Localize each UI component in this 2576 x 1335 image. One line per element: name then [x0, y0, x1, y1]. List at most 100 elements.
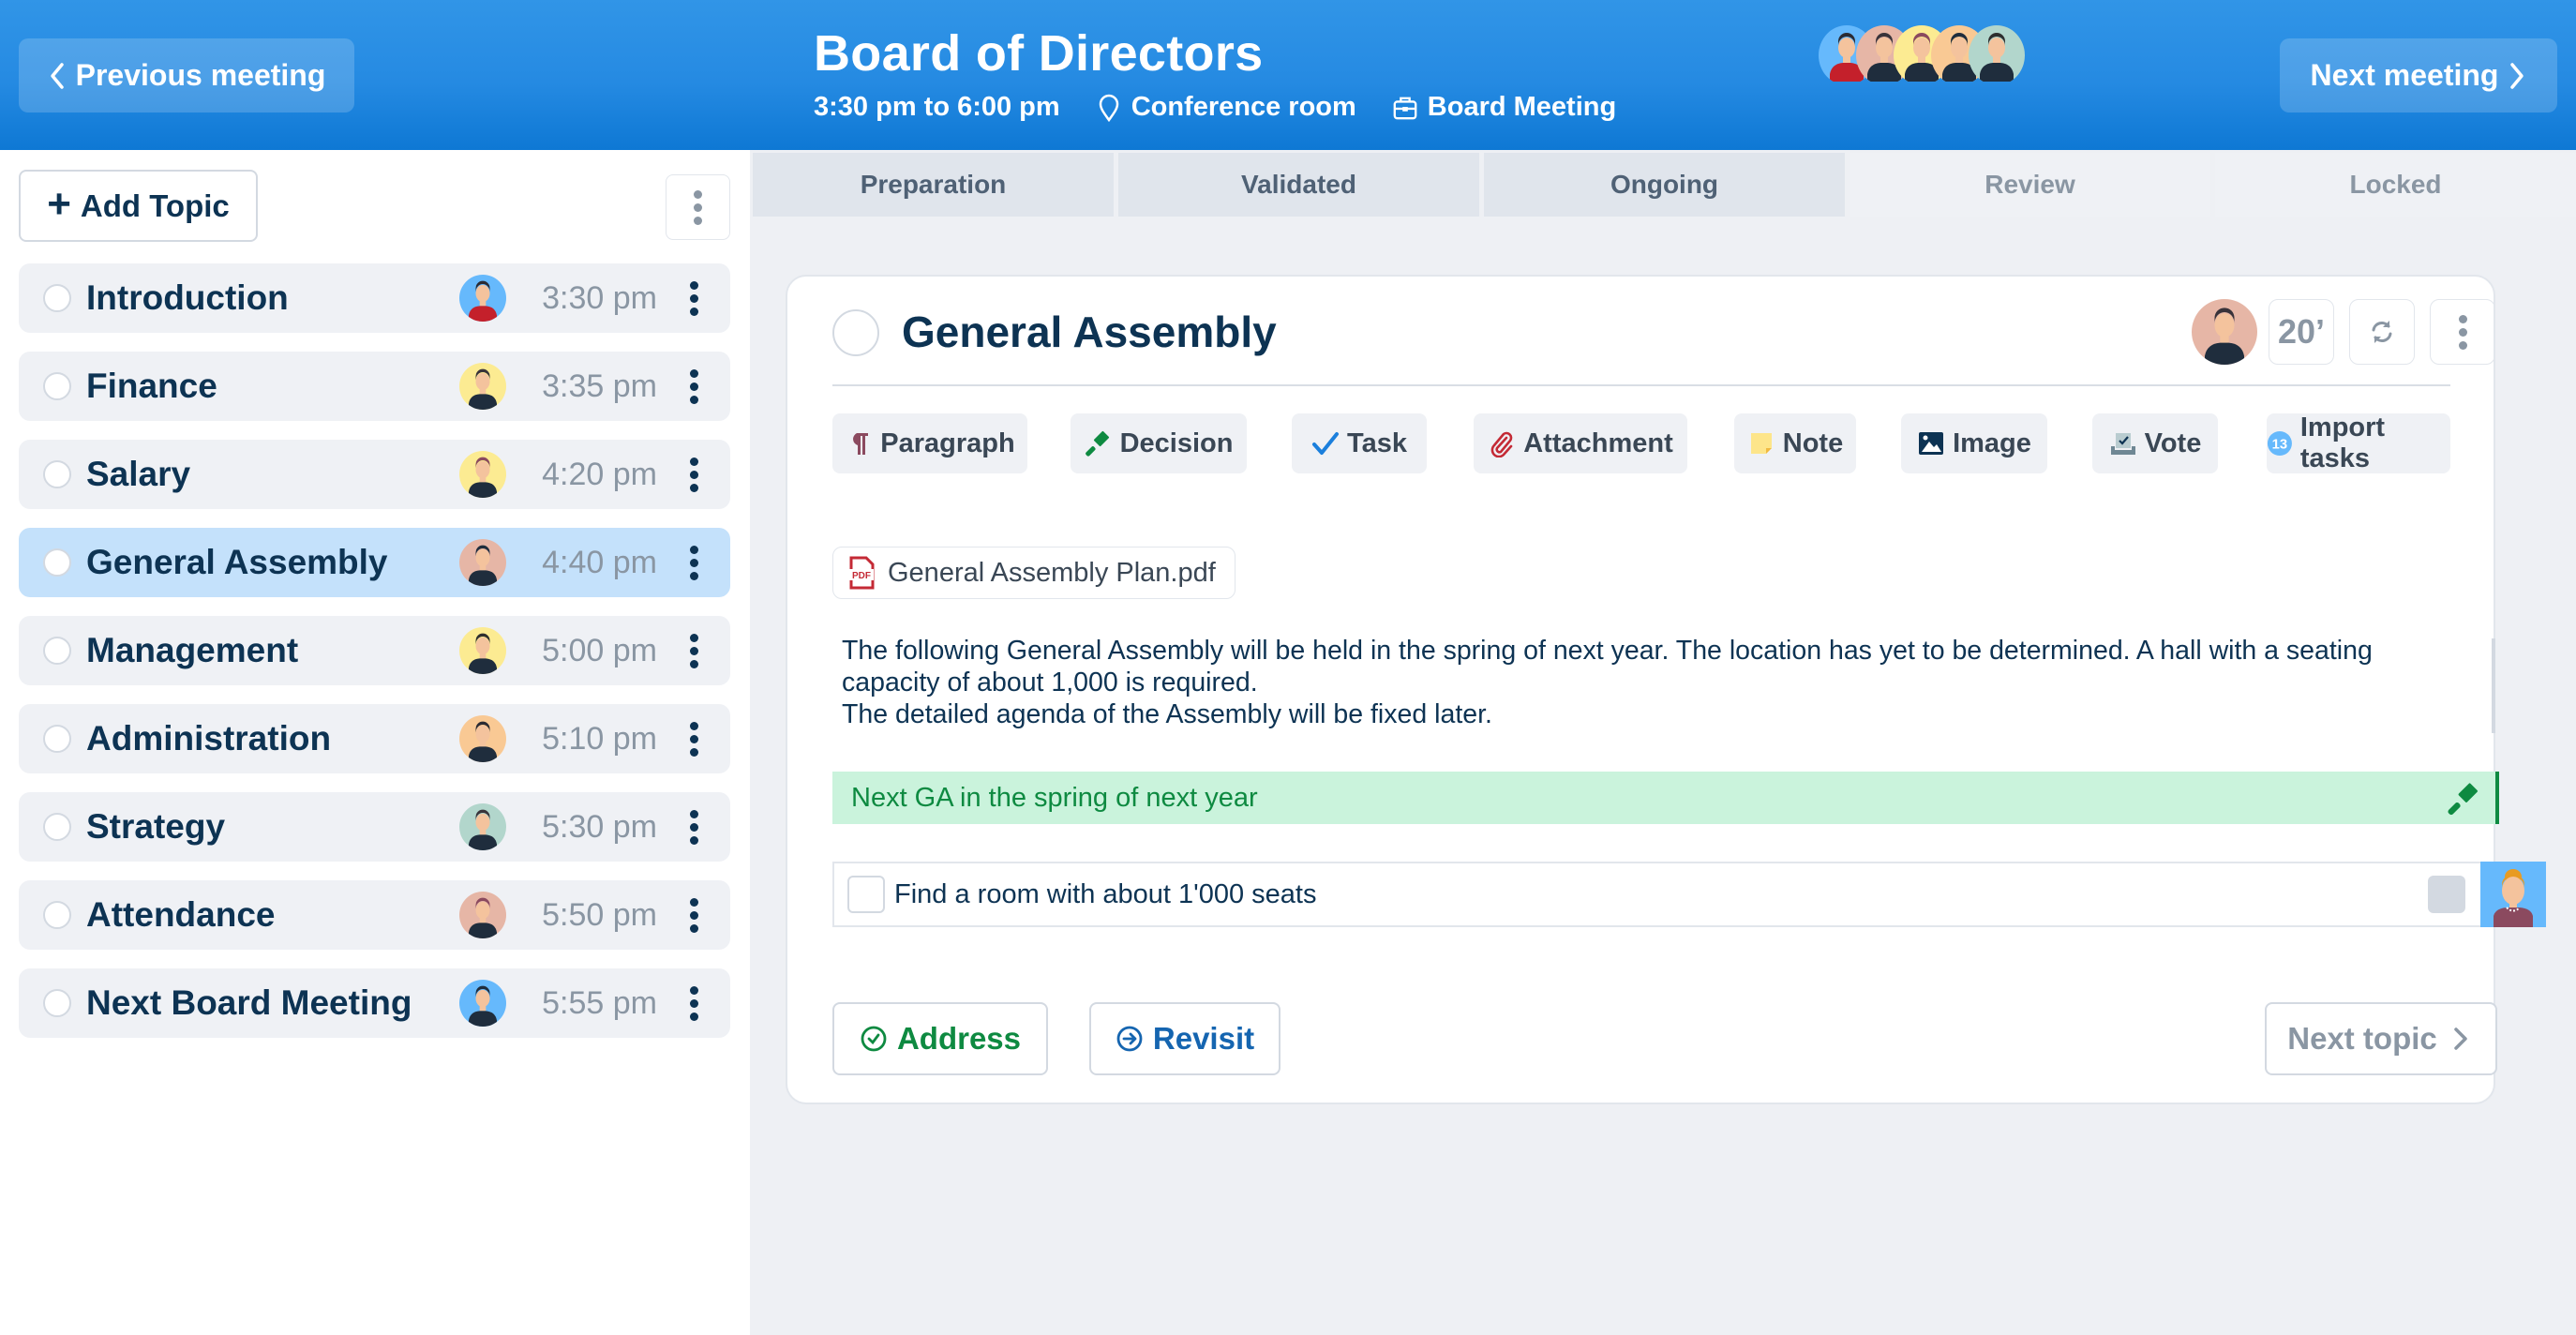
topic-more-button[interactable]	[680, 363, 708, 410]
topic-item[interactable]: Attendance 5:50 pm	[19, 880, 730, 950]
topic-name: Attendance	[86, 895, 276, 934]
import-tasks-button[interactable]: 13 Import tasks	[2267, 412, 2450, 473]
topic-owner-avatar	[459, 892, 506, 938]
attachment-file[interactable]: PDF General Assembly Plan.pdf	[832, 547, 1236, 599]
kebab-icon	[689, 457, 698, 492]
topic-time: 5:10 pm	[542, 720, 657, 757]
add-attachment-button[interactable]: Attachment	[1474, 413, 1687, 473]
topic-radio[interactable]	[43, 284, 71, 312]
attachment-label: Attachment	[1523, 428, 1673, 458]
check-circle-icon	[861, 1026, 887, 1052]
topic-more-button[interactable]	[680, 715, 708, 762]
kebab-icon	[689, 897, 698, 933]
topic-radio[interactable]	[43, 460, 71, 488]
topic-more-button[interactable]	[680, 980, 708, 1027]
kebab-icon	[689, 809, 698, 845]
topic-radio[interactable]	[43, 989, 71, 1017]
topic-radio[interactable]	[43, 725, 71, 753]
topic-radio[interactable]	[43, 548, 71, 577]
gavel-icon	[2448, 783, 2479, 816]
paperclip-icon	[1490, 431, 1513, 458]
count-badge-icon: 13	[2267, 430, 2292, 457]
previous-meeting-button[interactable]: Previous meeting	[19, 38, 354, 112]
address-button[interactable]: Address	[832, 1002, 1048, 1075]
image-icon	[1919, 432, 1944, 455]
gavel-icon	[1085, 430, 1109, 457]
person-icon	[2494, 869, 2533, 927]
topic-owner-avatar	[459, 363, 506, 410]
topic-owner-avatar[interactable]	[2192, 299, 2257, 365]
topic-time: 5:00 pm	[542, 632, 657, 668]
add-paragraph-button[interactable]: Paragraph	[832, 413, 1027, 473]
topic-more-button[interactable]	[680, 275, 708, 322]
topic-owner-avatar	[459, 980, 506, 1027]
topic-name: Management	[86, 631, 299, 669]
refresh-button[interactable]	[2349, 299, 2415, 365]
topic-title: General Assembly	[902, 308, 1277, 356]
topic-time: 5:50 pm	[542, 896, 657, 933]
task-checkbox[interactable]	[847, 876, 885, 913]
topic-radio[interactable]	[43, 372, 71, 400]
duration-button[interactable]: 20’	[2269, 299, 2334, 365]
add-topic-label: Add Topic	[80, 188, 230, 223]
import-count: 13	[2272, 438, 2288, 453]
topic-item[interactable]: Next Board Meeting 5:55 pm	[19, 968, 730, 1038]
attachment-filename: General Assembly Plan.pdf	[888, 557, 1216, 588]
topic-radio[interactable]	[43, 901, 71, 929]
topic-name: Introduction	[86, 278, 289, 317]
topic-more-button[interactable]	[680, 892, 708, 938]
decision-block[interactable]: Next GA in the spring of next year	[832, 772, 2499, 824]
topic-item[interactable]: General Assembly 4:40 pm	[19, 528, 730, 597]
topic-more-button[interactable]	[680, 627, 708, 674]
next-topic-label: Next topic	[2287, 1021, 2437, 1056]
topic-list: Introduction 3:30 pm Finance 3:35 pm Sal…	[19, 263, 730, 1057]
task-label: Task	[1347, 428, 1407, 458]
tab-validated[interactable]: Validated	[1118, 153, 1479, 217]
topic-item[interactable]: Strategy 5:30 pm	[19, 792, 730, 862]
tab-ongoing[interactable]: Ongoing	[1484, 153, 1845, 217]
meeting-title: Board of Directors	[814, 25, 1264, 82]
add-vote-button[interactable]: Vote	[2092, 413, 2218, 473]
next-meeting-button[interactable]: Next meeting	[2280, 38, 2557, 112]
svg-text:PDF: PDF	[852, 571, 871, 581]
task-due-tag[interactable]	[2428, 876, 2465, 913]
topic-more-button[interactable]	[2430, 299, 2495, 365]
decision-label: Decision	[1119, 428, 1234, 458]
add-topic-button[interactable]: + Add Topic	[19, 170, 258, 242]
topic-item[interactable]: Salary 4:20 pm	[19, 440, 730, 509]
tab-review[interactable]: Review	[1850, 153, 2210, 217]
next-topic-button[interactable]: Next topic	[2265, 1002, 2497, 1075]
topic-sidebar: + Add Topic Introduction 3:30 pm Finance…	[0, 150, 750, 1335]
sidebar-more-button[interactable]	[666, 174, 730, 240]
meeting-location: Conference room	[1131, 92, 1356, 122]
note-label: Note	[1782, 428, 1844, 458]
task-text[interactable]: Find a room with about 1'000 seats	[894, 879, 1316, 910]
topic-item[interactable]: Finance 3:35 pm	[19, 352, 730, 421]
topic-item[interactable]: Management 5:00 pm	[19, 616, 730, 685]
topic-more-button[interactable]	[680, 451, 708, 498]
topic-more-button[interactable]	[680, 803, 708, 850]
add-decision-button[interactable]: Decision	[1071, 413, 1247, 473]
topic-item[interactable]: Introduction 3:30 pm	[19, 263, 730, 333]
paragraph-block[interactable]: The following General Assembly will be h…	[842, 635, 2435, 730]
attendee-avatars[interactable]	[1819, 25, 2025, 85]
arrow-circle-right-icon	[1116, 1026, 1143, 1052]
topic-radio[interactable]	[43, 813, 71, 841]
revisit-button[interactable]: Revisit	[1089, 1002, 1281, 1075]
task-assignee-avatar[interactable]	[2480, 862, 2546, 927]
add-image-button[interactable]: Image	[1901, 413, 2047, 473]
topic-radio[interactable]	[43, 637, 71, 665]
paragraph-icon	[853, 433, 869, 455]
tab-locked[interactable]: Locked	[2215, 153, 2576, 217]
decision-text: Next GA in the spring of next year	[851, 782, 1258, 813]
tab-preparation[interactable]: Preparation	[753, 153, 1114, 217]
kebab-icon	[2458, 314, 2467, 350]
add-note-button[interactable]: Note	[1734, 413, 1856, 473]
previous-meeting-label: Previous meeting	[75, 58, 326, 92]
add-task-button[interactable]: Task	[1292, 413, 1427, 473]
chevron-right-icon	[2510, 62, 2524, 89]
attendee-avatar[interactable]	[1969, 25, 2025, 85]
topic-complete-radio[interactable]	[832, 309, 879, 356]
topic-item[interactable]: Administration 5:10 pm	[19, 704, 730, 773]
topic-more-button[interactable]	[680, 539, 708, 586]
